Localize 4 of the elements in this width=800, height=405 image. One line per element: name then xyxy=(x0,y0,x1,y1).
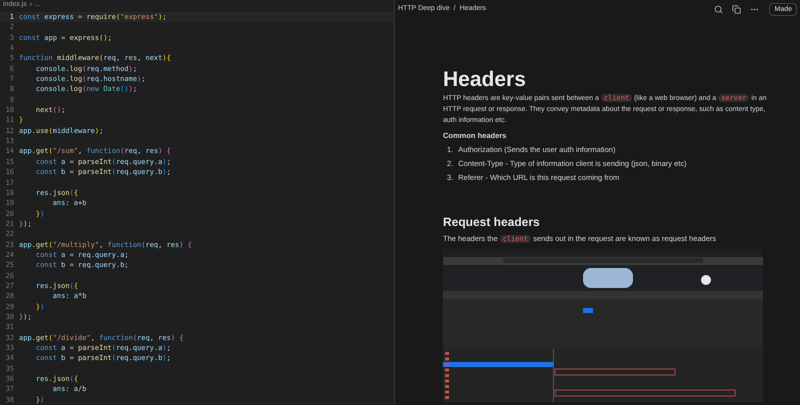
section-heading: Request headers xyxy=(443,215,541,230)
copy-icon[interactable] xyxy=(732,4,742,14)
page-title: Headers xyxy=(443,68,527,92)
search-icon[interactable] xyxy=(714,4,724,14)
